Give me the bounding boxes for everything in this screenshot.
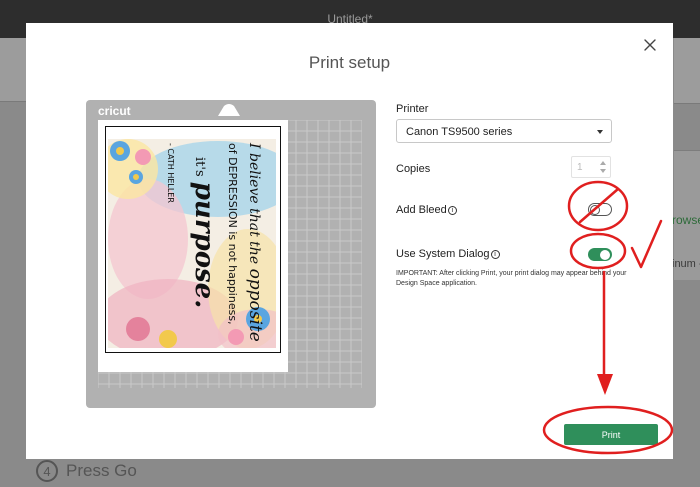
copies-stepper[interactable]: 1	[571, 156, 611, 178]
printer-select[interactable]: Canon TS9500 series	[396, 119, 612, 143]
info-icon[interactable]: i	[490, 250, 500, 259]
dialog-title: Print setup	[308, 53, 391, 72]
caret-down-icon	[597, 130, 603, 134]
stepper-down-icon[interactable]	[600, 169, 606, 173]
copies-value: 1	[577, 162, 583, 173]
toggle-knob	[600, 249, 610, 260]
quote-attribution: - CATH HELLER	[166, 143, 175, 203]
quote-artwork: I believe that the opposite of DEPRESSIO…	[108, 139, 276, 348]
add-bleed-label-text: Add Bleed	[396, 204, 447, 216]
background-material-text: inum -	[672, 258, 700, 270]
info-icon[interactable]: i	[447, 206, 457, 215]
important-note: IMPORTANT: After clicking Print, your pr…	[396, 270, 627, 287]
quote-line-2: of DEPRESSION is not happiness,	[226, 143, 239, 325]
quote-line-3b: purpose.	[189, 181, 219, 309]
add-bleed-toggle[interactable]	[588, 203, 612, 216]
background-left-panel	[0, 38, 26, 102]
quote-line-1: I believe that the	[246, 143, 262, 265]
print-setup-dialog: Print setup cricut I believe that the op…	[26, 23, 673, 459]
system-dialog-label-text: Use System Dialog	[396, 248, 490, 260]
rotated-quote: I believe that the opposite of DEPRESSIO…	[117, 143, 267, 343]
copies-label: Copies	[396, 163, 431, 175]
mat-notch	[212, 104, 246, 116]
stepper-up-icon[interactable]	[600, 161, 606, 165]
mat-brand-logo: cricut	[98, 104, 131, 118]
quote-line-3: it's	[192, 157, 207, 177]
printable-page: I believe that the opposite of DEPRESSIO…	[98, 120, 288, 372]
add-bleed-label: Add Bleed i	[396, 204, 457, 216]
step-number: 4	[36, 460, 58, 482]
system-dialog-label: Use System Dialog i	[396, 248, 500, 260]
quote-line-1b: opposite	[245, 268, 265, 342]
system-dialog-toggle[interactable]	[588, 248, 612, 261]
mat-preview: cricut I believe that the opposite of DE…	[86, 100, 376, 408]
print-button[interactable]: Print	[564, 424, 658, 445]
printer-label: Printer	[396, 103, 429, 115]
step-label: Press Go	[66, 461, 137, 480]
close-icon[interactable]	[641, 36, 659, 54]
background-right-panel-top	[674, 38, 700, 104]
toggle-knob	[590, 204, 600, 215]
background-step: 4 Press Go	[36, 460, 137, 482]
background-browse-link: rowse	[672, 213, 700, 227]
printer-select-value: Canon TS9500 series	[406, 126, 513, 138]
